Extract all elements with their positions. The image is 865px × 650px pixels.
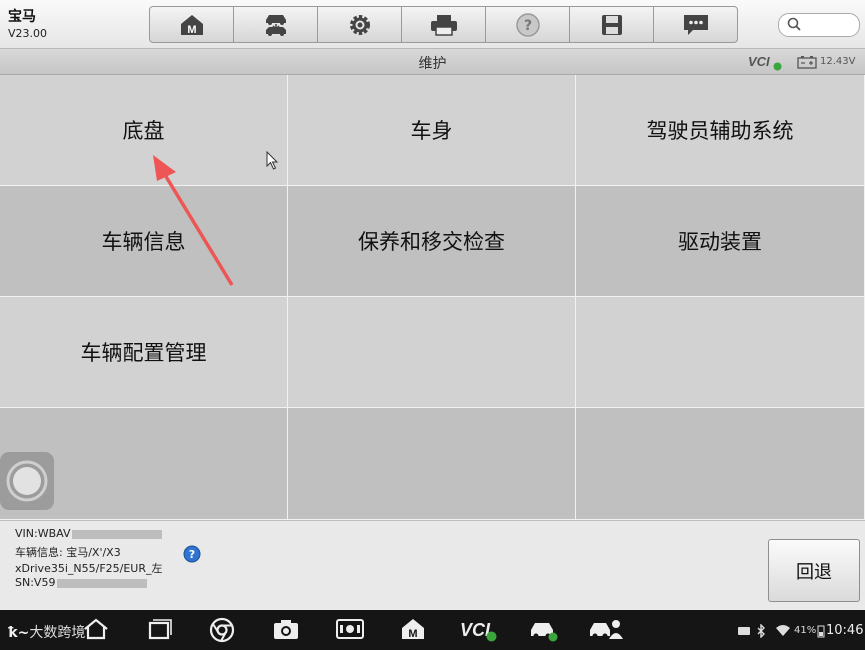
camera-icon[interactable]: [272, 617, 300, 641]
feedback-button[interactable]: [654, 7, 737, 42]
battery-voltage: 12.43V: [820, 56, 856, 67]
menu-item-label: 驱动装置: [678, 230, 762, 254]
back-button[interactable]: 回退: [768, 539, 860, 602]
menu-item-body[interactable]: 车身: [288, 75, 576, 186]
ring-icon: [6, 460, 48, 502]
home-nav-icon[interactable]: [82, 617, 110, 641]
app-home-m-icon[interactable]: M: [399, 617, 427, 641]
screen-capture-icon[interactable]: [335, 617, 365, 641]
svg-text:M: M: [408, 628, 417, 640]
printer-icon: [430, 14, 457, 36]
chrome-icon[interactable]: [209, 617, 235, 643]
menu-cell-empty: [576, 297, 865, 408]
menu-item-label: 车辆信息: [101, 230, 186, 254]
info-help-icon[interactable]: ?: [183, 545, 201, 563]
system-navbar: [0, 610, 865, 650]
menu-grid: 底盘 车身 驾驶员辅助系统 车辆信息 保养和移交检查 驱动装置 车辆配置管理: [0, 75, 865, 520]
status-bluetooth-icon: [757, 624, 765, 638]
menu-item-maintenance-handover[interactable]: 保养和移交检查: [288, 186, 576, 297]
vehicle-swap-icon: [265, 14, 286, 36]
menu-cell-empty: [576, 408, 865, 520]
print-button[interactable]: [402, 7, 486, 42]
drive-text: xDrive35i_N55/F25/EUR_左: [15, 562, 163, 575]
redacted-block: [72, 529, 163, 539]
floating-assist-button[interactable]: [0, 452, 54, 510]
toolbar: M ?: [149, 6, 738, 43]
menu-cell-empty: [288, 297, 576, 408]
floppy-disk-icon: [601, 14, 622, 35]
help-button[interactable]: ?: [486, 7, 570, 42]
status-notification-icon: [738, 627, 750, 635]
vci-connected-icon: [773, 62, 782, 71]
save-button[interactable]: [570, 7, 654, 42]
question-circle-icon: ?: [515, 12, 540, 37]
home-button[interactable]: M: [150, 7, 234, 42]
menu-cell-empty: [288, 408, 576, 520]
menu-item-label: 底盘: [122, 119, 165, 143]
svg-text:?: ?: [523, 18, 531, 34]
menu-item-label: 车辆配置管理: [80, 341, 207, 365]
mouse-cursor-icon: [266, 151, 279, 170]
redacted-block: [57, 578, 148, 588]
status-battery-percent: 41%: [794, 625, 817, 636]
menu-item-vehicle-config[interactable]: 车辆配置管理: [0, 297, 288, 408]
battery-icon: [797, 56, 817, 69]
status-wifi-icon: [776, 625, 790, 636]
app-version: V23.00: [8, 27, 48, 40]
car-service-person-icon[interactable]: [588, 617, 624, 643]
watermark-logo-icon: ꝁ~: [8, 625, 30, 641]
menu-item-chassis[interactable]: 底盘: [0, 75, 288, 186]
vin-text: VIN:WBAV: [15, 527, 163, 540]
status-battery-icon: [817, 625, 825, 638]
search-icon: [787, 17, 801, 31]
car-diagnosis-icon[interactable]: [527, 617, 559, 643]
page-title: 维护: [418, 56, 447, 72]
gear-icon: [349, 14, 370, 35]
svg-text:M: M: [187, 24, 196, 36]
vehicle-swap-button[interactable]: [234, 7, 318, 42]
vci-status: VCI: [748, 54, 770, 69]
status-time: 10:46: [826, 623, 864, 638]
menu-item-driver-assistance[interactable]: 驾驶员辅助系统: [576, 75, 865, 186]
message-icon: [683, 14, 708, 35]
vehicle-info-text: 车辆信息: 宝马/X'/X3: [15, 546, 121, 559]
recent-apps-icon[interactable]: [145, 617, 173, 641]
watermark-text: ꝁ~大数跨境: [8, 625, 86, 641]
menu-item-label: 驾驶员辅助系统: [646, 119, 794, 143]
sn-text: SN:V59: [15, 576, 148, 589]
svg-text:?: ?: [189, 548, 195, 561]
menu-item-drivetrain[interactable]: 驱动装置: [576, 186, 865, 297]
menu-item-vehicle-info[interactable]: 车辆信息: [0, 186, 288, 297]
menu-item-label: 车身: [410, 119, 453, 143]
vci-connected-icon: [486, 631, 497, 642]
home-m-icon: M: [180, 14, 203, 36]
menu-item-label: 保养和移交检查: [358, 230, 505, 254]
app-name: 宝马: [8, 9, 36, 25]
settings-button[interactable]: [318, 7, 402, 42]
